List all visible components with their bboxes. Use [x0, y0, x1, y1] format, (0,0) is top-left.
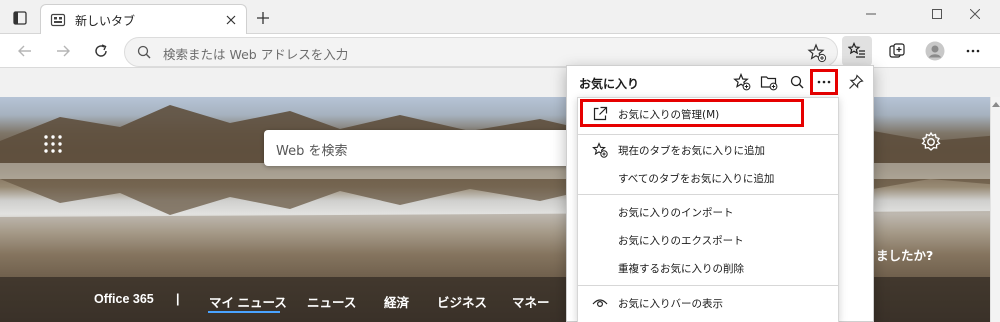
collections-icon [889, 43, 905, 58]
add-favorite-button[interactable] [807, 43, 827, 63]
menu-label: お気に入りのエクスポート [618, 235, 744, 247]
menu-label: お気に入りバーの表示 [618, 298, 723, 310]
app-grid-icon [44, 135, 62, 153]
caret-up-icon [992, 102, 1000, 107]
tab-actions-icon [13, 11, 27, 25]
refresh-button[interactable] [86, 36, 116, 66]
add-folder-button[interactable] [758, 71, 780, 93]
favorites-panel: お気に入り お気に入りの管理(M) 現在のタブをお気に入りに追加 すべてのタブを… [566, 65, 874, 322]
close-icon [970, 9, 980, 19]
menu-separator [578, 194, 838, 195]
feed-item-economy[interactable]: 経済 [384, 292, 409, 311]
maximize-icon [932, 9, 942, 19]
eye-icon [592, 299, 608, 308]
arrow-right-icon [57, 45, 70, 57]
highlight-box [580, 99, 804, 127]
feed-item-news[interactable]: ニュース [307, 292, 356, 311]
page-settings-button[interactable] [920, 131, 942, 153]
settings-and-more-button[interactable] [958, 36, 988, 66]
menu-item-export-favorites[interactable]: お気に入りのエクスポート [578, 226, 838, 254]
feed-item-business[interactable]: ビジネス [437, 292, 487, 311]
favorites-title: お気に入り [579, 77, 640, 91]
folder-add-icon [760, 76, 778, 91]
web-search-input[interactable]: Web を検索 [276, 140, 347, 159]
search-favorites-button[interactable] [786, 71, 808, 93]
plus-icon [257, 12, 269, 24]
favorites-header: お気に入り [567, 66, 875, 98]
new-tab-page-icon [50, 13, 66, 27]
favorites-button[interactable] [842, 36, 872, 66]
tab-new-tab[interactable]: 新しいタブ [40, 4, 247, 34]
arrow-left-icon [18, 45, 31, 57]
menu-item-import-favorites[interactable]: お気に入りのインポート [578, 198, 838, 226]
tab-strip: 新しいタブ [0, 0, 1000, 34]
forward-button[interactable] [48, 36, 78, 66]
minimize-icon [866, 13, 876, 15]
favorites-list-icon [848, 42, 865, 58]
address-input[interactable]: 検索または Web アドレスを入力 [163, 44, 348, 63]
tab-close-button[interactable] [222, 11, 240, 29]
tab-title: 新しいタブ [75, 14, 136, 28]
favorites-more-button[interactable] [810, 69, 838, 95]
search-icon [790, 75, 804, 89]
page-scrollbar[interactable] [990, 97, 1000, 322]
add-to-favorites-button[interactable] [731, 71, 753, 93]
menu-separator [578, 134, 838, 135]
navigation-toolbar: 検索または Web アドレスを入力 [0, 34, 1000, 68]
menu-label: 重複するお気に入りの削除 [618, 263, 744, 275]
window-close-button[interactable] [952, 0, 998, 28]
apps-launcher-button[interactable] [42, 133, 64, 155]
menu-item-add-all-tabs[interactable]: すべてのタブをお気に入りに追加 [578, 164, 838, 192]
profile-button[interactable] [920, 36, 950, 66]
menu-item-add-current-tab[interactable]: 現在のタブをお気に入りに追加 [578, 136, 838, 164]
menu-item-show-favorites-bar[interactable]: お気に入りバーの表示 [578, 289, 838, 317]
web-search-box[interactable]: Web を検索 [264, 130, 584, 166]
feed-item-money[interactable]: マネー [512, 292, 550, 311]
active-feed-underline [208, 311, 280, 313]
pin-icon [849, 74, 864, 89]
search-icon [137, 45, 151, 59]
tab-actions-button[interactable] [8, 6, 32, 30]
avatar-icon [925, 41, 945, 61]
minimize-button[interactable] [848, 0, 894, 28]
menu-label: お気に入りのインポート [618, 207, 734, 219]
new-tab-button[interactable] [252, 7, 274, 29]
more-horizontal-icon [966, 49, 980, 53]
star-add-icon [592, 142, 608, 158]
collections-button[interactable] [882, 36, 912, 66]
star-add-icon [733, 73, 751, 91]
feed-divider-text: | [176, 292, 180, 306]
more-horizontal-icon [817, 80, 831, 84]
star-add-icon [807, 43, 827, 63]
favorites-more-menu: お気に入りの管理(M) 現在のタブをお気に入りに追加 すべてのタブをお気に入りに… [577, 97, 839, 322]
menu-label: すべてのタブをお気に入りに追加 [618, 173, 775, 185]
menu-item-remove-duplicates[interactable]: 重複するお気に入りの削除 [578, 254, 838, 282]
refresh-icon [95, 44, 107, 57]
back-button[interactable] [10, 36, 40, 66]
feed-item-my-news[interactable]: マイ ニュース [209, 292, 287, 311]
menu-separator [578, 285, 838, 286]
gear-icon [921, 131, 941, 151]
news-teaser-text[interactable]: ましたか? [876, 245, 933, 264]
menu-label: 現在のタブをお気に入りに追加 [618, 145, 765, 157]
feed-item-office365[interactable]: Office 365 [94, 292, 154, 306]
close-icon [226, 15, 236, 25]
scroll-up-button[interactable] [991, 99, 1000, 109]
address-bar[interactable]: 検索または Web アドレスを入力 [124, 37, 838, 67]
pin-favorites-button[interactable] [845, 71, 867, 93]
